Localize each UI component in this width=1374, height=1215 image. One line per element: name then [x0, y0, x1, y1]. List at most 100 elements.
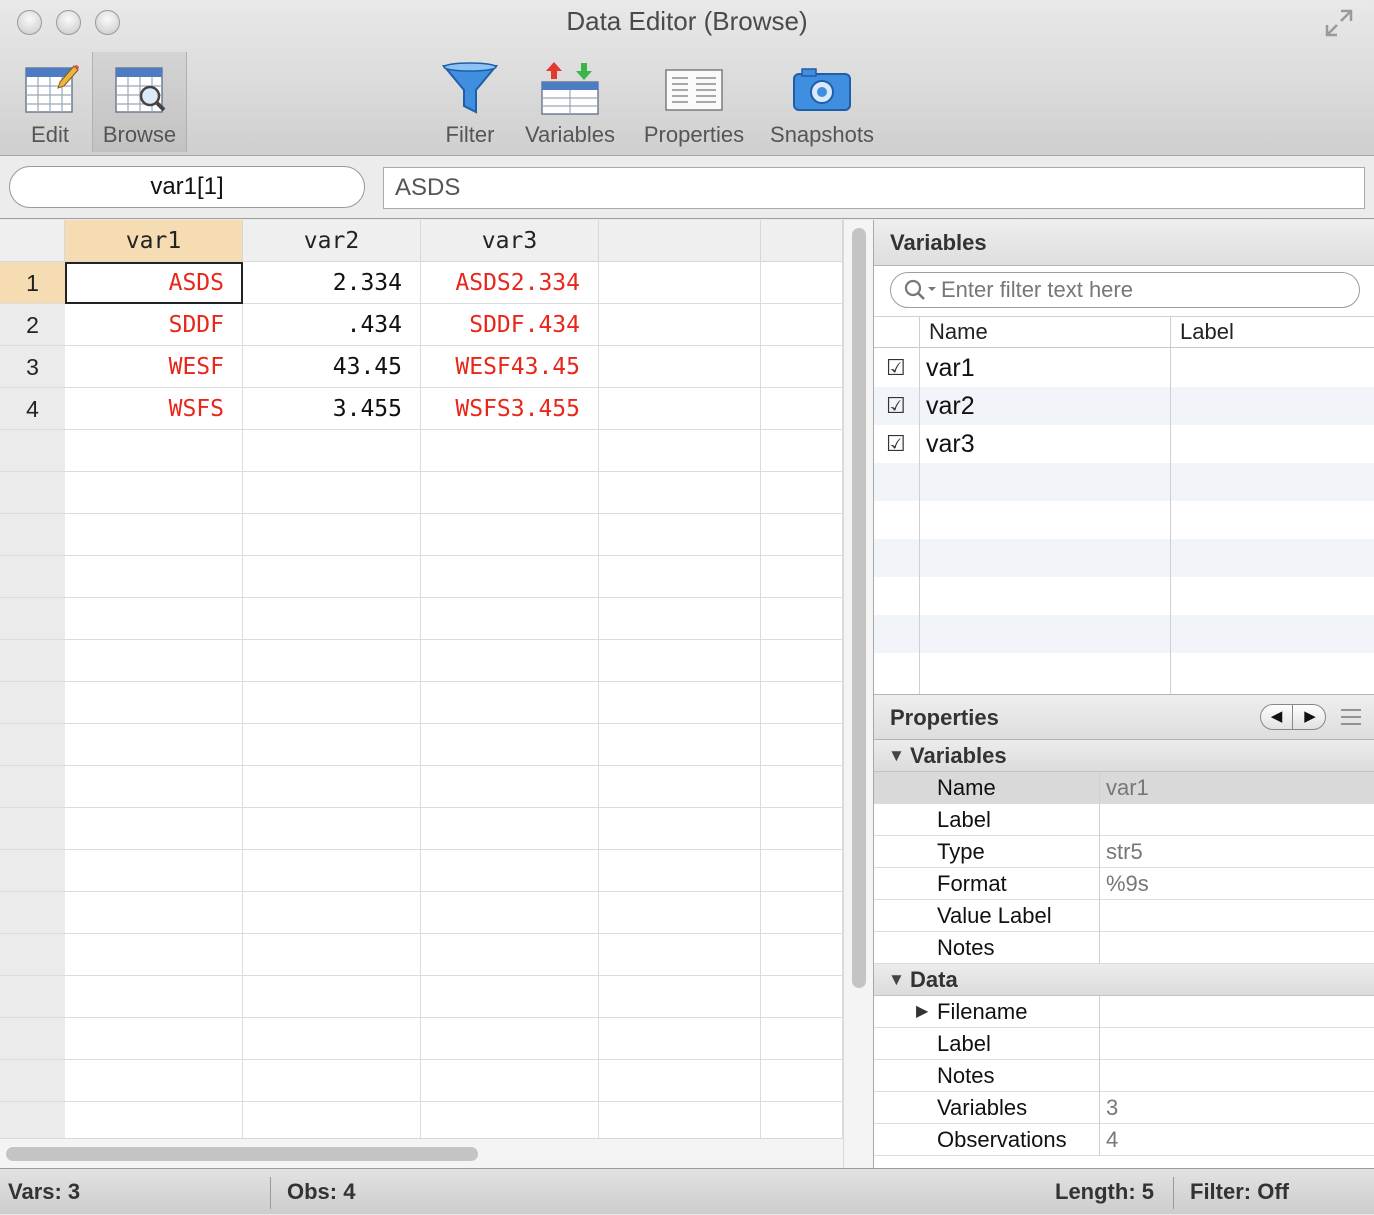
grid-cell[interactable]	[599, 472, 761, 514]
property-row[interactable]: Label	[874, 804, 1374, 836]
variables-tool-button[interactable]: Variables	[518, 52, 622, 152]
grid-cell[interactable]	[65, 640, 243, 682]
grid-cell[interactable]	[65, 472, 243, 514]
grid-cell[interactable]	[599, 640, 761, 682]
row-header[interactable]: 3	[0, 346, 65, 388]
property-row[interactable]: Type str5	[874, 836, 1374, 868]
column-header-empty[interactable]	[599, 220, 761, 262]
grid-cell[interactable]	[243, 682, 421, 724]
row-header[interactable]	[0, 514, 65, 556]
grid-cell[interactable]	[421, 1102, 599, 1138]
grid-cell[interactable]	[761, 388, 843, 430]
grid-cell[interactable]	[65, 724, 243, 766]
grid-cell[interactable]	[599, 766, 761, 808]
grid-cell[interactable]	[599, 1060, 761, 1102]
grid-cell[interactable]	[65, 1102, 243, 1138]
grid-cell[interactable]	[65, 682, 243, 724]
grid-cell[interactable]	[761, 976, 843, 1018]
grid-horizontal-scrollbar[interactable]	[0, 1138, 843, 1168]
grid-cell[interactable]	[761, 514, 843, 556]
grid-cell[interactable]	[65, 934, 243, 976]
scrollbar-thumb[interactable]	[6, 1147, 478, 1161]
grid-cell[interactable]	[243, 934, 421, 976]
row-header[interactable]	[0, 1018, 65, 1060]
grid-cell[interactable]	[243, 892, 421, 934]
grid-cell[interactable]	[421, 850, 599, 892]
cell-reference-field[interactable]: var1[1]	[9, 166, 365, 208]
grid-cell[interactable]	[65, 766, 243, 808]
variable-filter-input[interactable]: Enter filter text here	[890, 272, 1360, 308]
grid-cell[interactable]: WESF	[65, 346, 243, 388]
grid-cell[interactable]	[599, 724, 761, 766]
column-header-var3[interactable]: var3	[421, 220, 599, 262]
property-row[interactable]: ▶ Filename	[874, 996, 1374, 1028]
checkbox-icon[interactable]: ☑	[886, 431, 906, 457]
variable-list-row[interactable]	[874, 615, 1374, 653]
grid-cell[interactable]	[599, 892, 761, 934]
grid-cell[interactable]	[761, 262, 843, 304]
filter-tool-button[interactable]: Filter	[430, 52, 510, 152]
grid-cell[interactable]	[243, 1018, 421, 1060]
property-row[interactable]: Observations 4	[874, 1124, 1374, 1156]
grid-cell[interactable]	[243, 850, 421, 892]
column-header-empty[interactable]	[761, 220, 843, 262]
grid-cell[interactable]: 43.45	[243, 346, 421, 388]
grid-cell[interactable]	[421, 808, 599, 850]
grid-cell[interactable]	[421, 892, 599, 934]
grid-cell[interactable]	[599, 1018, 761, 1060]
grid-cell[interactable]	[599, 346, 761, 388]
grid-cell[interactable]	[761, 1018, 843, 1060]
grid-cell[interactable]	[599, 682, 761, 724]
grid-cell[interactable]	[761, 430, 843, 472]
grid-cell[interactable]	[761, 892, 843, 934]
next-arrow-icon[interactable]: ▶	[1294, 705, 1326, 729]
grid-cell[interactable]	[421, 598, 599, 640]
variable-list-row[interactable]	[874, 539, 1374, 577]
grid-cell[interactable]	[243, 808, 421, 850]
grid-cell[interactable]	[421, 766, 599, 808]
grid-cell[interactable]	[65, 1018, 243, 1060]
name-column-header[interactable]: Name	[929, 317, 988, 347]
row-header[interactable]	[0, 472, 65, 514]
row-header[interactable]	[0, 850, 65, 892]
grid-cell[interactable]	[421, 1060, 599, 1102]
grid-cell[interactable]	[761, 1060, 843, 1102]
scrollbar-thumb[interactable]	[852, 228, 866, 988]
grid-cell[interactable]	[761, 682, 843, 724]
grid-cell[interactable]	[65, 430, 243, 472]
property-row[interactable]: Name var1	[874, 772, 1374, 804]
row-header[interactable]	[0, 682, 65, 724]
grid-cell[interactable]	[599, 850, 761, 892]
grid-cell[interactable]	[243, 556, 421, 598]
row-header[interactable]	[0, 766, 65, 808]
grid-corner[interactable]	[0, 220, 65, 262]
variable-list-row[interactable]: ☑ var2	[874, 387, 1374, 425]
grid-cell[interactable]	[243, 430, 421, 472]
grid-cell[interactable]	[243, 766, 421, 808]
row-header[interactable]: 4	[0, 388, 65, 430]
property-value[interactable]: 3	[1106, 1092, 1118, 1124]
grid-cell[interactable]	[65, 892, 243, 934]
variable-list-row[interactable]: ☑ var1	[874, 349, 1374, 387]
row-header[interactable]	[0, 1102, 65, 1138]
grid-cell[interactable]: SDDF	[65, 304, 243, 346]
grid-vertical-scrollbar[interactable]	[843, 220, 873, 1168]
grid-cell[interactable]	[761, 934, 843, 976]
variable-list-row[interactable]: ☑ var3	[874, 425, 1374, 463]
row-header[interactable]	[0, 598, 65, 640]
row-header[interactable]	[0, 640, 65, 682]
grid-cell[interactable]	[65, 808, 243, 850]
grid-cell[interactable]: WSFS	[65, 388, 243, 430]
grid-cell[interactable]	[65, 598, 243, 640]
row-header[interactable]	[0, 430, 65, 472]
row-header[interactable]	[0, 934, 65, 976]
variables-property-group[interactable]: ▼ Variables	[874, 740, 1374, 772]
expand-triangle-icon[interactable]: ▶	[916, 996, 928, 1028]
grid-cell[interactable]	[761, 598, 843, 640]
property-value[interactable]: str5	[1106, 836, 1143, 868]
grid-cell[interactable]: .434	[243, 304, 421, 346]
grid-cell[interactable]: 3.455	[243, 388, 421, 430]
row-header[interactable]: 2	[0, 304, 65, 346]
property-row[interactable]: Notes	[874, 1060, 1374, 1092]
variable-list-row[interactable]	[874, 463, 1374, 501]
